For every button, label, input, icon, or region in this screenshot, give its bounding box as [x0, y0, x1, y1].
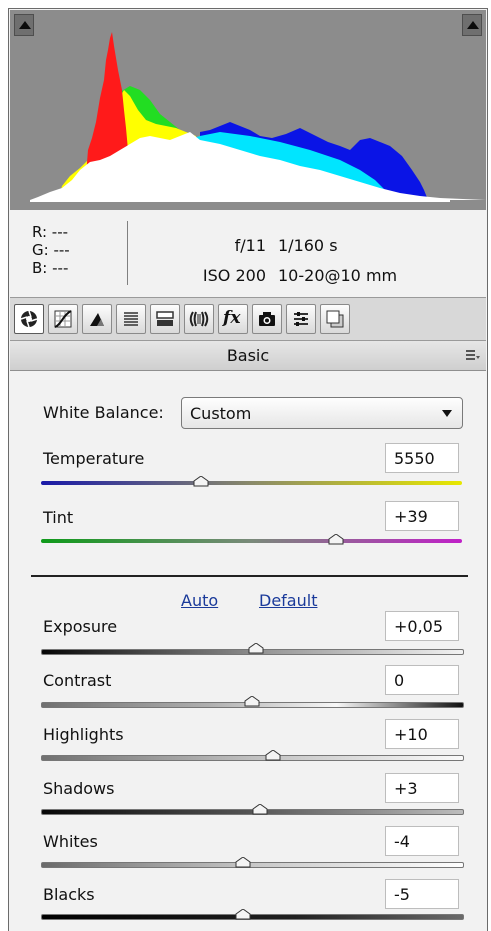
b-label: B: — [32, 259, 48, 277]
aperture-value: f/11 — [234, 236, 266, 255]
section-divider — [31, 575, 468, 577]
whites-input[interactable]: -4 — [385, 826, 459, 856]
up-triangle-icon — [467, 21, 479, 29]
temperature-value: 5550 — [394, 449, 435, 468]
aperture-icon — [20, 310, 38, 328]
tint-slider-track[interactable] — [41, 539, 462, 543]
temperature-label: Temperature — [43, 449, 145, 468]
shadow-clipping-warning-button[interactable] — [14, 14, 34, 36]
exif-column-left: f/11 ISO 200 — [176, 231, 266, 291]
snapshots-icon — [326, 310, 344, 328]
tint-value: +39 — [394, 507, 428, 526]
lens-value: 10-20@10 mm — [278, 266, 398, 285]
lens-corrections-icon — [189, 311, 209, 327]
tab-effects[interactable]: fx — [218, 304, 248, 334]
fx-icon: fx — [223, 308, 241, 328]
info-readout: R: --- G: --- B: --- f/11 ISO 200 1/160 … — [10, 211, 486, 297]
shadows-slider-thumb[interactable] — [252, 804, 268, 815]
panel-tab-strip: fx — [10, 297, 486, 341]
shadows-value: +3 — [394, 779, 418, 798]
auto-link[interactable]: Auto — [181, 591, 218, 610]
histogram-graph — [30, 32, 486, 202]
rgb-readout: R: --- G: --- B: --- — [32, 223, 70, 277]
white-balance-label: White Balance: — [43, 403, 164, 422]
whites-value: -4 — [394, 832, 410, 851]
chevron-down-icon — [442, 410, 452, 417]
whites-slider-track[interactable] — [41, 862, 464, 868]
whites-label: Whites — [43, 832, 98, 851]
white-balance-value: Custom — [190, 404, 252, 423]
presets-sliders-icon — [294, 312, 308, 326]
shadows-label: Shadows — [43, 779, 115, 798]
shutter-value: 1/160 s — [278, 236, 338, 255]
g-label: G: — [32, 241, 49, 259]
contrast-slider-thumb[interactable] — [244, 696, 260, 707]
camera-raw-panel: R: --- G: --- B: --- f/11 ISO 200 1/160 … — [8, 8, 488, 931]
whites-slider-thumb[interactable] — [235, 857, 251, 868]
panel-menu-icon[interactable] — [466, 350, 480, 360]
split-toning-icon — [156, 311, 174, 326]
b-value: --- — [52, 259, 69, 277]
exposure-input[interactable]: +0,05 — [385, 611, 459, 641]
r-label: R: — [32, 223, 48, 241]
tone-curve-icon — [54, 310, 72, 328]
highlights-value: +10 — [394, 725, 428, 744]
info-divider — [127, 221, 128, 285]
tab-basic[interactable] — [14, 304, 44, 334]
tab-snapshots[interactable] — [320, 304, 350, 334]
tint-slider-thumb[interactable] — [328, 534, 344, 545]
temperature-slider-track[interactable] — [41, 481, 462, 485]
highlights-slider-thumb[interactable] — [265, 750, 281, 761]
tab-hsl[interactable] — [116, 304, 146, 334]
tab-split-toning[interactable] — [150, 304, 180, 334]
contrast-value: 0 — [394, 671, 405, 690]
highlights-input[interactable]: +10 — [385, 719, 459, 749]
tab-lens-corrections[interactable] — [184, 304, 214, 334]
temperature-slider-thumb[interactable] — [193, 476, 209, 487]
tint-label: Tint — [43, 508, 74, 527]
up-triangle-icon — [19, 21, 31, 29]
shadows-input[interactable]: +3 — [385, 773, 459, 803]
basic-section-header: Basic — [10, 341, 486, 371]
tab-detail[interactable] — [82, 304, 112, 334]
blacks-slider-thumb[interactable] — [235, 909, 251, 920]
detail-triangle-icon — [90, 313, 104, 326]
r-value: --- — [51, 223, 69, 241]
histogram — [10, 10, 486, 210]
tab-camera-calibration[interactable] — [252, 304, 282, 334]
contrast-label: Contrast — [43, 671, 112, 690]
contrast-input[interactable]: 0 — [385, 665, 459, 695]
hsl-lines-icon — [124, 312, 138, 326]
exposure-label: Exposure — [43, 617, 118, 636]
temperature-input[interactable]: 5550 — [385, 443, 459, 473]
default-link[interactable]: Default — [259, 591, 317, 610]
white-balance-dropdown[interactable]: Custom — [181, 397, 463, 429]
exposure-slider-thumb[interactable] — [248, 643, 264, 654]
tint-input[interactable]: +39 — [385, 501, 459, 531]
blacks-value: -5 — [394, 885, 410, 904]
blacks-slider-track[interactable] — [41, 914, 464, 920]
iso-value: ISO 200 — [202, 266, 266, 285]
tab-presets[interactable] — [286, 304, 316, 334]
highlight-clipping-warning-button[interactable] — [462, 14, 482, 36]
tab-tone-curve[interactable] — [48, 304, 78, 334]
blacks-label: Blacks — [43, 885, 95, 904]
exposure-value: +0,05 — [394, 617, 444, 636]
blacks-input[interactable]: -5 — [385, 879, 459, 909]
camera-calibration-icon — [259, 312, 275, 326]
exif-column-right: 1/160 s 10-20@10 mm — [278, 231, 397, 291]
g-value: --- — [53, 241, 70, 259]
highlights-label: Highlights — [43, 725, 124, 744]
section-title: Basic — [226, 346, 270, 365]
highlights-slider-track[interactable] — [41, 755, 464, 761]
